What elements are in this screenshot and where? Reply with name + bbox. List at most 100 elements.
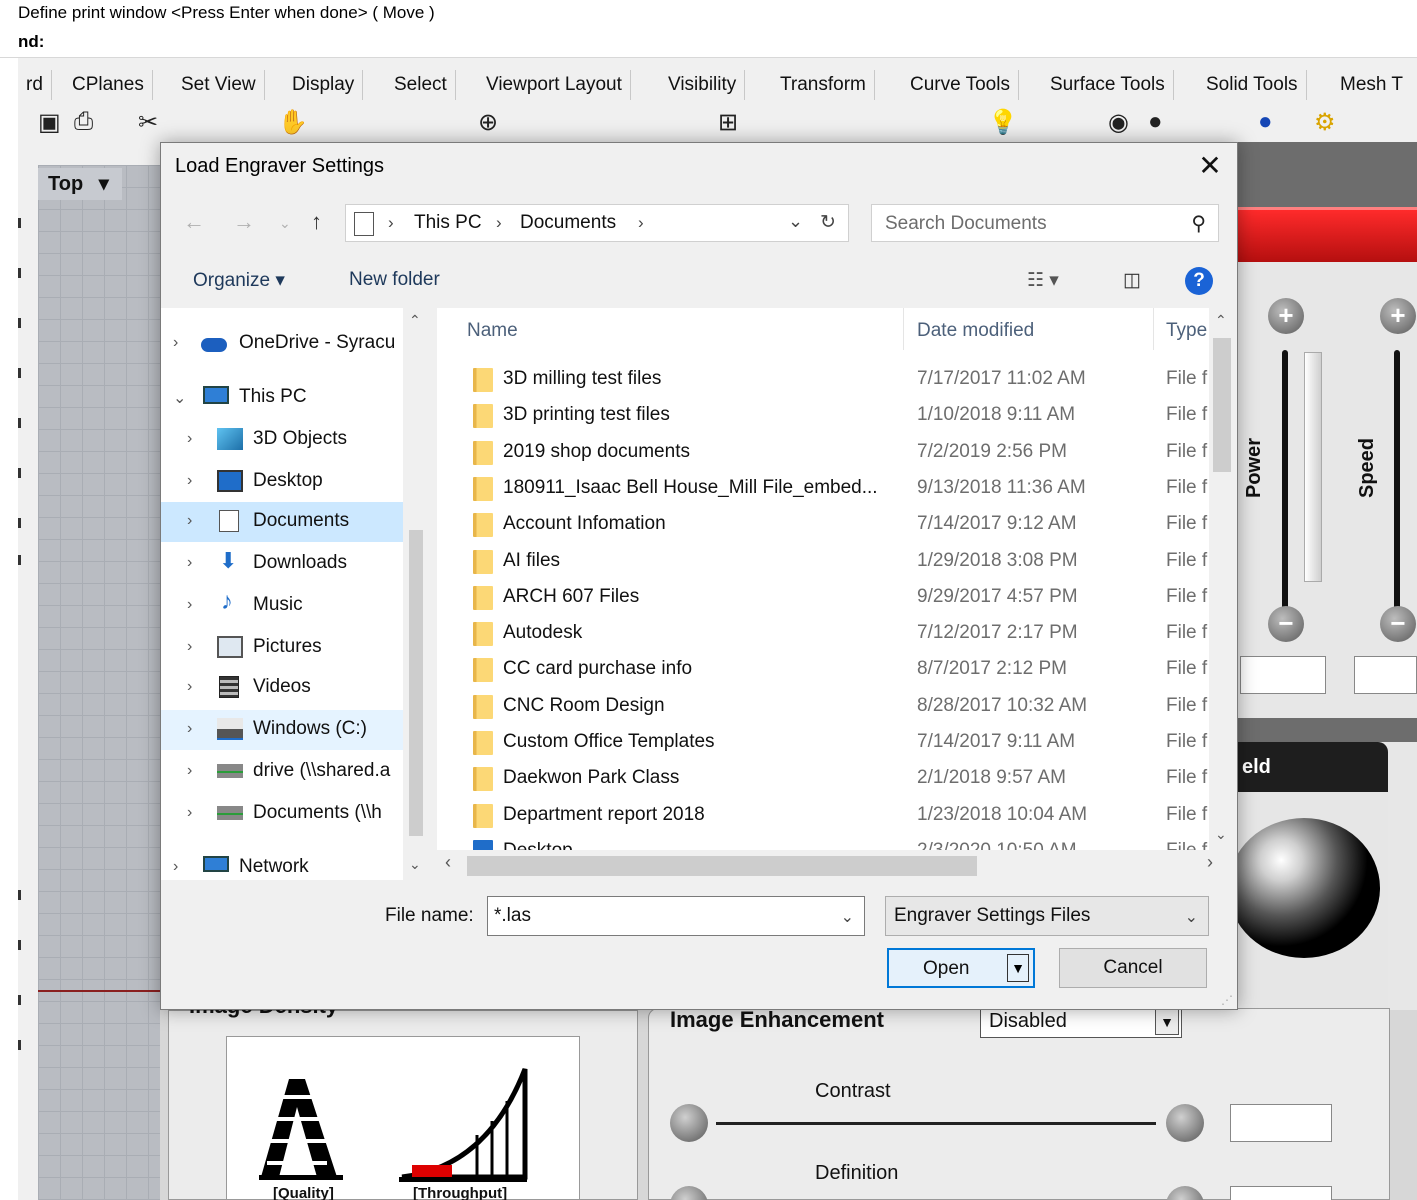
file-row[interactable]: Daekwon Park Class 2/1/2018 9:57 AM File f	[437, 761, 1209, 797]
speed-plus-button[interactable]: +	[1380, 298, 1416, 334]
scroll-right-icon[interactable]: ›	[1207, 852, 1213, 873]
nav-item-windows-c[interactable]: › Windows (C:)	[161, 710, 403, 750]
contrast-increase-button[interactable]	[1166, 1104, 1204, 1142]
tab-rd[interactable]: rd	[18, 70, 52, 100]
tab-select[interactable]: Select	[386, 70, 456, 100]
nav-item-documents-network[interactable]: › Documents (\\h	[161, 794, 403, 834]
chevron-right-icon[interactable]: ›	[187, 472, 192, 490]
viewport-title[interactable]: Top ▾	[38, 168, 122, 200]
speed-value-box[interactable]	[1354, 656, 1417, 694]
file-row[interactable]: Custom Office Templates 7/14/2017 9:11 AM…	[437, 725, 1209, 761]
command-prefix[interactable]: nd:	[18, 32, 44, 52]
power-minus-button[interactable]: −	[1268, 606, 1304, 642]
power-value-box[interactable]	[1240, 656, 1326, 694]
speed-minus-button[interactable]: −	[1380, 606, 1416, 642]
open-dropdown-icon[interactable]: ▼	[1007, 954, 1029, 982]
column-date-modified[interactable]: Date modified	[917, 320, 1034, 342]
nav-item-network[interactable]: › Network	[161, 848, 403, 888]
tab-visibility[interactable]: Visibility	[660, 70, 746, 100]
chevron-right-icon[interactable]: ›	[187, 512, 192, 530]
definition-value-box[interactable]	[1230, 1186, 1332, 1200]
contrast-decrease-button[interactable]	[670, 1104, 708, 1142]
file-row[interactable]: Department report 2018 1/23/2018 10:04 AM…	[437, 798, 1209, 834]
tab-cplanes[interactable]: CPlanes	[64, 70, 153, 100]
recent-locations-icon[interactable]: ⌄	[279, 215, 291, 232]
chevron-right-icon[interactable]: ›	[187, 638, 192, 656]
refresh-icon[interactable]: ↻	[820, 211, 836, 234]
chevron-right-icon[interactable]: ›	[173, 858, 178, 876]
contrast-slider[interactable]	[716, 1122, 1156, 1125]
pan-icon[interactable]: ✋	[278, 108, 308, 137]
close-icon[interactable]: ✕	[1195, 151, 1225, 181]
file-row[interactable]: Autodesk 7/12/2017 2:17 PM File f	[437, 616, 1209, 652]
column-separator[interactable]	[1153, 308, 1154, 350]
scroll-left-icon[interactable]: ‹	[445, 852, 451, 873]
file-row[interactable]: Account Infomation 7/14/2017 9:12 AM File …	[437, 507, 1209, 543]
blue-sphere-icon[interactable]: ●	[1258, 108, 1273, 136]
chevron-right-icon[interactable]: ›	[187, 596, 192, 614]
nav-item-desktop[interactable]: › Desktop	[161, 462, 403, 502]
file-row[interactable]: CNC Room Design 8/28/2017 10:32 AM File f	[437, 689, 1209, 725]
nav-item-documents[interactable]: › Documents	[161, 502, 403, 542]
chevron-right-icon[interactable]: ›	[187, 678, 192, 696]
file-row[interactable]: Desktop 2/3/2020 10:50 AM File f	[437, 834, 1209, 850]
nav-item-downloads[interactable]: › ⬇ Downloads	[161, 544, 403, 584]
preview-pane-icon[interactable]: ◫	[1123, 269, 1141, 292]
column-type[interactable]: Type	[1166, 320, 1207, 342]
tab-set-view[interactable]: Set View	[173, 70, 265, 100]
file-list-scrollbar[interactable]: ⌃ ⌄	[1209, 308, 1235, 850]
nav-item-onedrive[interactable]: › OneDrive - Syracu	[161, 324, 403, 364]
speed-slider[interactable]	[1394, 350, 1400, 615]
column-name[interactable]: Name	[467, 320, 518, 342]
viewport-menu-icon[interactable]: ▾	[99, 173, 109, 195]
chevron-down-icon[interactable]: ▼	[1155, 1009, 1179, 1035]
file-row[interactable]: CC card purchase info 8/7/2017 2:12 PM Fil…	[437, 652, 1209, 688]
print-icon[interactable]: ⎙	[74, 108, 93, 136]
power-plus-button[interactable]: +	[1268, 298, 1304, 334]
cut-icon[interactable]: ✂	[138, 108, 158, 137]
tab-mesh-tools[interactable]: Mesh T	[1332, 70, 1411, 100]
file-name-field[interactable]: *.las ⌄	[487, 896, 865, 936]
help-icon[interactable]: ?	[1185, 267, 1213, 295]
breadcrumb-this-pc[interactable]: This PC	[414, 212, 482, 234]
view-options-icon[interactable]: ☷ ▾	[1027, 269, 1059, 292]
forward-arrow-icon[interactable]: →	[233, 209, 255, 235]
file-row[interactable]: 2019 shop documents 7/2/2019 2:56 PM File …	[437, 435, 1209, 471]
tab-surface-tools[interactable]: Surface Tools	[1042, 70, 1174, 100]
tab-curve-tools[interactable]: Curve Tools	[902, 70, 1019, 100]
nav-item-shared-drive[interactable]: › drive (\\shared.a	[161, 752, 403, 792]
file-type-select[interactable]: Engraver Settings Files ⌄	[885, 896, 1209, 936]
column-separator[interactable]	[903, 308, 904, 350]
nav-item-music[interactable]: › ♪ Music	[161, 586, 403, 626]
scroll-down-icon[interactable]: ⌄	[409, 856, 421, 873]
chevron-right-icon[interactable]: ›	[187, 720, 192, 738]
nav-scrollbar[interactable]: ⌃ ⌄	[403, 308, 429, 880]
file-scroll-thumb[interactable]	[1213, 338, 1231, 472]
resize-grip-icon[interactable]: ⋰	[1221, 993, 1233, 1007]
back-arrow-icon[interactable]: ←	[183, 209, 205, 235]
chevron-down-icon[interactable]: ⌄	[841, 907, 854, 927]
nav-scroll-thumb[interactable]	[409, 530, 423, 836]
cancel-button[interactable]: Cancel	[1059, 948, 1207, 988]
file-row[interactable]: 180911_Isaac Bell House_Mill File_embed.…	[437, 471, 1209, 507]
scroll-down-icon[interactable]: ⌄	[1215, 826, 1227, 843]
address-bar[interactable]: › This PC › Documents › ⌄ ↻	[345, 204, 849, 242]
tab-display[interactable]: Display	[284, 70, 364, 100]
file-row[interactable]: AI files 1/29/2018 3:08 PM File f	[437, 544, 1209, 580]
file-row[interactable]: ARCH 607 Files 9/29/2017 4:57 PM File f	[437, 580, 1209, 616]
chevron-right-icon[interactable]: ›	[173, 334, 178, 352]
search-box[interactable]: Search Documents ⚲	[871, 204, 1219, 242]
grid-icon[interactable]: ⊞	[718, 108, 738, 137]
search-input[interactable]: Search Documents	[885, 213, 1047, 235]
chevron-right-icon[interactable]: ›	[187, 554, 192, 572]
trackball[interactable]	[1228, 818, 1380, 958]
top-viewport[interactable]	[38, 165, 160, 1200]
gear-icon[interactable]: ⚙	[1314, 108, 1336, 137]
chevron-right-icon[interactable]: ›	[187, 804, 192, 822]
enhancement-select[interactable]: Disabled ▼	[980, 1006, 1182, 1038]
color-wheel-icon[interactable]: ◉	[1108, 108, 1129, 137]
nav-item-this-pc[interactable]: ⌄ This PC	[161, 378, 403, 418]
breadcrumb-documents[interactable]: Documents	[520, 212, 616, 234]
file-row[interactable]: 3D milling test files 7/17/2017 11:02 AM F…	[437, 362, 1209, 398]
organize-menu[interactable]: Organize ▾	[193, 269, 285, 292]
